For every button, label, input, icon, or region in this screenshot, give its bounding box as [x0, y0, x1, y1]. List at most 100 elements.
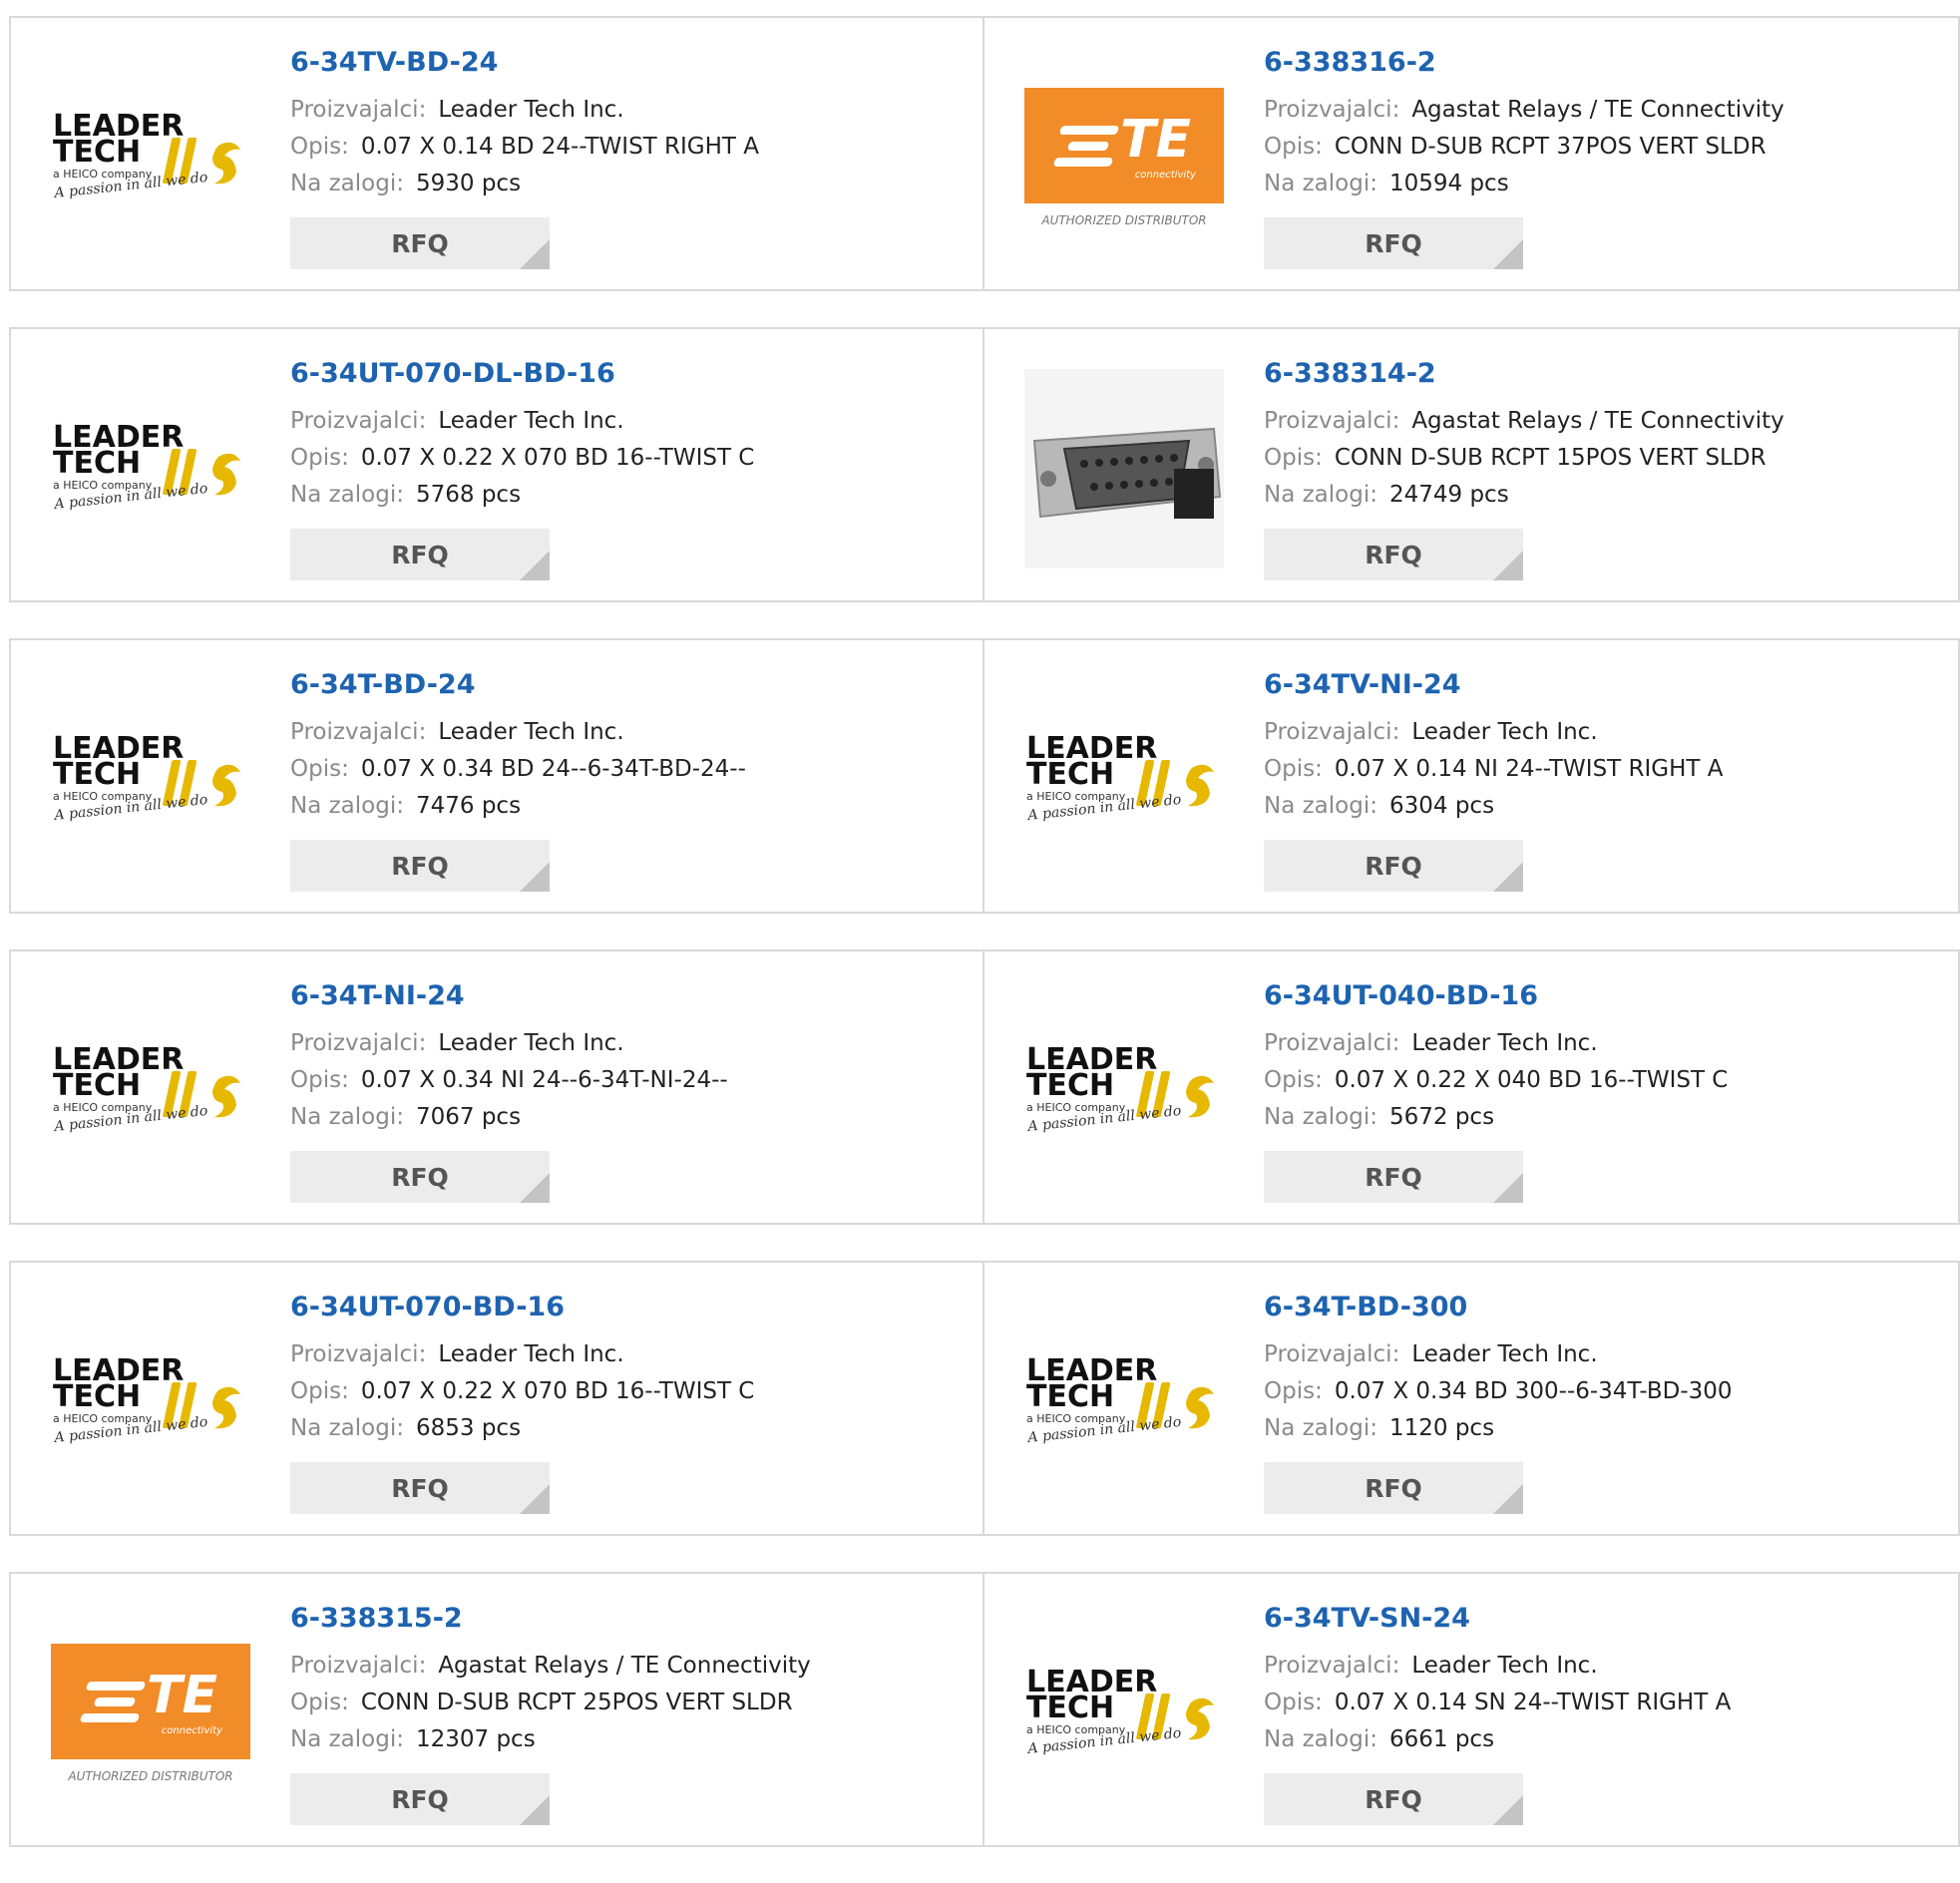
description-label: Opis: [1264, 445, 1323, 471]
rfq-button[interactable]: RFQ [1264, 840, 1523, 892]
manufacturer-label: Proizvajalci: [1264, 719, 1400, 745]
stock-line: Na zalogi: 10594 pcs [1264, 166, 1938, 202]
rfq-button[interactable]: RFQ [290, 1151, 550, 1203]
part-number-link[interactable]: 6-34TV-BD-24 [290, 46, 963, 80]
rfq-button[interactable]: RFQ [1264, 1773, 1523, 1825]
leader-tech-logo-graphic: LEADER TECH a HEICO company A passion in… [1025, 1353, 1214, 1446]
manufacturer-value: Leader Tech Inc. [438, 1030, 624, 1056]
description-value: 0.07 X 0.14 NI 24--TWIST RIGHT A [1334, 756, 1724, 782]
product-row: LEADER TECH a HEICO company A passion in… [9, 327, 1960, 602]
part-number-link[interactable]: 6-34UT-070-DL-BD-16 [290, 357, 963, 391]
stock-value: 5930 pcs [415, 171, 522, 196]
manufacturer-label: Proizvajalci: [290, 1341, 427, 1367]
product-row: LEADER TECH a HEICO company A passion in… [9, 949, 1960, 1225]
rfq-button[interactable]: RFQ [1264, 1151, 1523, 1203]
manufacturer-line: Proizvajalci: Agastat Relays / TE Connect… [1264, 403, 1938, 440]
description-line: Opis: 0.07 X 0.34 BD 24--6-34T-BD-24-- [290, 751, 963, 788]
stock-label: Na zalogi: [1264, 793, 1377, 819]
leader-tech-logo-graphic: LEADER TECH a HEICO company A passion in… [52, 109, 240, 201]
description-line: Opis: 0.07 X 0.22 X 040 BD 16--TWIST C [1264, 1062, 1938, 1099]
stock-line: Na zalogi: 5768 pcs [290, 477, 963, 514]
product-info: 6-338314-2 Proizvajalci: Agastat Relays / … [1264, 357, 1938, 514]
leader-logo-line2: TECH [1026, 757, 1114, 792]
rfq-button[interactable]: RFQ [1264, 529, 1523, 580]
te-logo-caption: AUTHORIZED DISTRIBUTOR [1041, 213, 1207, 227]
rfq-button[interactable]: RFQ [1264, 1462, 1523, 1514]
stock-value: 6853 pcs [415, 1415, 522, 1441]
rfq-button[interactable]: RFQ [290, 1462, 550, 1514]
manufacturer-value: Leader Tech Inc. [1411, 1341, 1598, 1367]
description-label: Opis: [290, 756, 349, 782]
stock-line: Na zalogi: 7476 pcs [290, 788, 963, 825]
part-number-link[interactable]: 6-34T-BD-24 [290, 668, 963, 702]
description-line: Opis: 0.07 X 0.34 BD 300--6-34T-BD-300 [1264, 1373, 1938, 1410]
stock-label: Na zalogi: [1264, 1726, 1377, 1752]
manufacturer-value: Leader Tech Inc. [1411, 1030, 1598, 1056]
stock-label: Na zalogi: [290, 1104, 404, 1130]
te-logo-sub: connectivity [1134, 170, 1196, 181]
manufacturer-logo: LEADER TECH a HEICO company A passion in… [51, 1303, 250, 1502]
manufacturer-logo: LEADER TECH a HEICO company A passion in… [51, 991, 250, 1191]
te-logo-box: TE connectivity [1024, 88, 1224, 203]
stock-label: Na zalogi: [290, 1415, 404, 1441]
leader-tech-logo-graphic: LEADER TECH a HEICO company A passion in… [52, 420, 240, 513]
manufacturer-logo: LEADER TECH a HEICO company A passion in… [51, 58, 250, 257]
description-value: 0.07 X 0.34 NI 24--6-34T-NI-24-- [360, 1067, 728, 1093]
manufacturer-logo: TE connectivity AUTHORIZED DISTRIBUTOR [1024, 58, 1224, 257]
stock-value: 6304 pcs [1388, 793, 1495, 819]
manufacturer-line: Proizvajalci: Leader Tech Inc. [1264, 1648, 1938, 1685]
dsub-connector-image [1024, 369, 1224, 568]
manufacturer-label: Proizvajalci: [1264, 1030, 1400, 1056]
description-value: CONN D-SUB RCPT 15POS VERT SLDR [1334, 445, 1766, 471]
manufacturer-logo: LEADER TECH a HEICO company A passion in… [1024, 1303, 1224, 1502]
part-number-link[interactable]: 6-34TV-SN-24 [1264, 1602, 1938, 1636]
rfq-button[interactable]: RFQ [1264, 217, 1523, 269]
product-info: 6-338316-2 Proizvajalci: Agastat Relays / … [1264, 46, 1938, 202]
product-card: LEADER TECH a HEICO company A passion in… [9, 949, 984, 1225]
part-number-link[interactable]: 6-338315-2 [290, 1602, 963, 1636]
rfq-button[interactable]: RFQ [290, 1773, 550, 1825]
leader-tech-logo-graphic: LEADER TECH a HEICO company A passion in… [52, 1353, 240, 1446]
rfq-button[interactable]: RFQ [290, 217, 550, 269]
product-info: 6-34TV-BD-24 Proizvajalci: Leader Tech Inc… [290, 46, 963, 202]
rfq-button[interactable]: RFQ [290, 840, 550, 892]
description-label: Opis: [290, 1378, 349, 1404]
part-number-link[interactable]: 6-34T-NI-24 [290, 979, 963, 1013]
manufacturer-value: Leader Tech Inc. [438, 719, 624, 745]
manufacturer-line: Proizvajalci: Leader Tech Inc. [1264, 1025, 1938, 1062]
product-image [1024, 369, 1224, 568]
product-info: 6-338315-2 Proizvajalci: Agastat Relays / … [290, 1602, 963, 1758]
te-logo-bars [1058, 126, 1120, 135]
stock-value: 24749 pcs [1388, 482, 1509, 508]
leader-tech-logo-graphic: LEADER TECH a HEICO company A passion in… [52, 1042, 240, 1135]
manufacturer-line: Proizvajalci: Leader Tech Inc. [290, 1336, 963, 1373]
te-logo-sub: connectivity [161, 1725, 222, 1736]
manufacturer-label: Proizvajalci: [1264, 1653, 1400, 1679]
stock-label: Na zalogi: [290, 171, 404, 196]
leader-tech-logo-graphic: LEADER TECH a HEICO company A passion in… [52, 731, 240, 824]
stock-label: Na zalogi: [1264, 1415, 1377, 1441]
manufacturer-value: Agastat Relays / TE Connectivity [1411, 97, 1784, 123]
description-value: 0.07 X 0.14 SN 24--TWIST RIGHT A [1334, 1690, 1732, 1715]
rfq-button[interactable]: RFQ [290, 529, 550, 580]
product-info: 6-34T-NI-24 Proizvajalci: Leader Tech Inc.… [290, 979, 963, 1136]
leader-logo-line2: TECH [53, 1068, 141, 1103]
product-row: LEADER TECH a HEICO company A passion in… [9, 1261, 1960, 1536]
manufacturer-label: Proizvajalci: [1264, 408, 1400, 434]
description-line: Opis: 0.07 X 0.14 BD 24--TWIST RIGHT A [290, 129, 963, 166]
description-value: 0.07 X 0.22 X 070 BD 16--TWIST C [360, 1378, 755, 1404]
manufacturer-line: Proizvajalci: Agastat Relays / TE Connect… [1264, 92, 1938, 129]
part-number-link[interactable]: 6-338316-2 [1264, 46, 1938, 80]
part-number-link[interactable]: 6-34UT-040-BD-16 [1264, 979, 1938, 1013]
description-line: Opis: 0.07 X 0.14 NI 24--TWIST RIGHT A [1264, 751, 1938, 788]
part-number-link[interactable]: 6-34T-BD-300 [1264, 1291, 1938, 1324]
product-row: LEADER TECH a HEICO company A passion in… [9, 638, 1960, 914]
part-number-link[interactable]: 6-338314-2 [1264, 357, 1938, 391]
manufacturer-value: Leader Tech Inc. [438, 97, 624, 123]
leader-tech-logo-graphic: LEADER TECH a HEICO company A passion in… [1025, 731, 1214, 824]
product-card: 6-338314-2 Proizvajalci: Agastat Relays / … [984, 327, 1960, 602]
part-number-link[interactable]: 6-34TV-NI-24 [1264, 668, 1938, 702]
manufacturer-label: Proizvajalci: [290, 97, 427, 123]
stock-line: Na zalogi: 6853 pcs [290, 1410, 963, 1447]
part-number-link[interactable]: 6-34UT-070-BD-16 [290, 1291, 963, 1324]
